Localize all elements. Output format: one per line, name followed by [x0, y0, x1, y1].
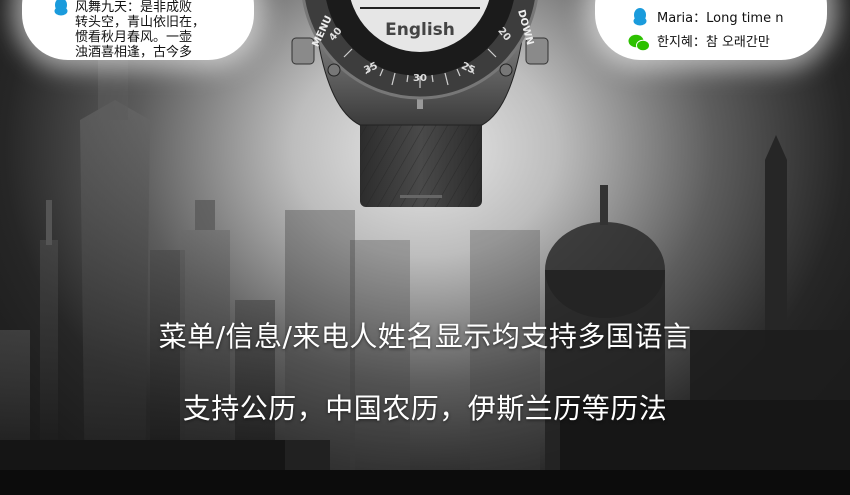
- bezel-number-30: 30: [413, 73, 427, 84]
- caption-calendar-support: 支持公历，中国农历，伊斯兰历等历法: [182, 392, 668, 425]
- watch-screen-language: English: [385, 20, 455, 40]
- caption-multilingual-support: 菜单/信息/来电人姓名显示均支持多国语言: [158, 320, 692, 353]
- banner: 风舞九天：是非成败 转头空，青山依旧在， 惯看秋月春风。一壶 浊酒喜相逢，古今多…: [0, 0, 850, 495]
